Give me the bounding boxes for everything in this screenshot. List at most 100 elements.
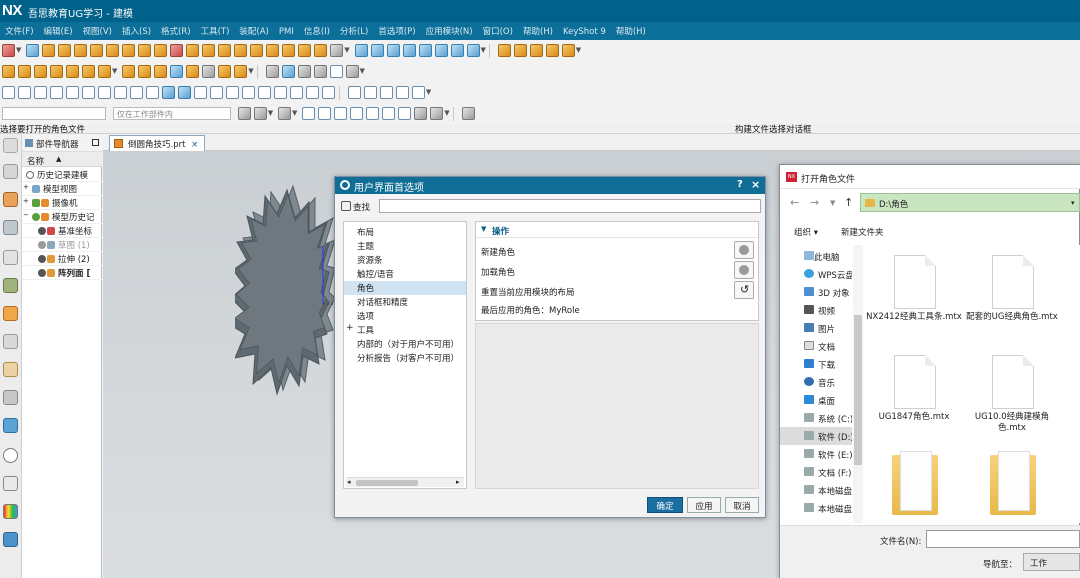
swept-icon[interactable] <box>386 44 400 57</box>
collapse-icon[interactable]: − <box>23 211 31 219</box>
pull-face-icon[interactable] <box>34 65 47 78</box>
menu-pmi[interactable]: PMI <box>274 24 299 37</box>
nav-item-drive-c[interactable]: 系统 (C:) <box>780 409 852 427</box>
circle-icon[interactable] <box>395 86 409 99</box>
plane-icon[interactable] <box>322 86 335 99</box>
snap-icon[interactable] <box>278 107 292 120</box>
up-arrow-icon[interactable]: ↑ <box>844 196 853 209</box>
synchronous-icon[interactable] <box>98 65 111 78</box>
collapse-icon[interactable]: ▼ <box>481 225 486 233</box>
nav-item-documents[interactable]: 文档 <box>780 337 852 355</box>
tree-item-dialog-precision[interactable]: 对话框和精度 <box>344 295 466 309</box>
cancel-button[interactable]: 取消 <box>725 497 759 513</box>
nav-item-local-disk[interactable]: 本地磁盘 <box>780 481 852 499</box>
tree-row[interactable]: − 模型历史记 <box>22 210 102 224</box>
resize-blend-icon[interactable] <box>82 65 95 78</box>
tree-row[interactable]: + 模型视图 <box>22 182 102 196</box>
point-set-icon[interactable] <box>306 86 319 99</box>
through-curves-icon[interactable] <box>370 44 384 57</box>
forward-arrow-icon[interactable]: → <box>810 196 819 209</box>
menu-insert[interactable]: 插入(S) <box>117 22 156 37</box>
file-name-input[interactable] <box>926 530 1080 548</box>
dialog-title-bar[interactable]: NX 打开角色文件 <box>780 165 1080 189</box>
chevron-down-icon[interactable]: ▼ <box>444 109 449 117</box>
control-point-icon[interactable] <box>334 107 348 120</box>
system-scenes-icon[interactable] <box>3 476 18 491</box>
tree-item-resource-bar[interactable]: 资源条 <box>344 253 466 267</box>
menu-help[interactable]: 帮助(H) <box>518 22 558 37</box>
bridge-icon[interactable] <box>186 65 200 78</box>
folder-item[interactable] <box>964 451 1060 523</box>
emboss-icon[interactable] <box>170 44 184 57</box>
expand-icon[interactable]: + <box>23 197 31 205</box>
replace-face-icon[interactable] <box>50 65 63 78</box>
curve-length-icon[interactable] <box>242 86 255 99</box>
find-input[interactable] <box>379 199 761 213</box>
divide-curve-icon[interactable] <box>210 86 223 99</box>
cylinder-icon[interactable] <box>202 44 216 57</box>
menu-format[interactable]: 格式(R) <box>156 22 196 37</box>
tree-item-touch-voice[interactable]: 触控/语音 <box>344 267 466 281</box>
face-blend-icon[interactable] <box>138 65 152 78</box>
extrude-icon[interactable] <box>42 44 56 57</box>
chevron-down-icon[interactable]: ▼ <box>344 46 349 54</box>
arc-icon[interactable] <box>18 86 31 99</box>
nav-item-wps-cloud[interactable]: WPS云盘 <box>780 265 852 283</box>
n-sided-icon[interactable] <box>402 44 416 57</box>
nav-item-music[interactable]: 音乐 <box>780 373 852 391</box>
nav-item-drive-d[interactable]: 软件 (D:) <box>780 427 852 445</box>
split-body-icon[interactable] <box>545 44 559 57</box>
intersection-point-icon[interactable] <box>350 107 364 120</box>
clock-icon[interactable] <box>3 448 18 463</box>
eye-icon[interactable] <box>38 227 46 235</box>
knowledge-fusion-icon[interactable] <box>3 532 18 547</box>
studio-surface-icon[interactable] <box>418 44 432 57</box>
sketch-line-icon[interactable] <box>363 86 377 99</box>
chevron-down-icon[interactable]: ▼ <box>16 46 21 54</box>
tree-item-tools[interactable]: + 工具 <box>344 323 466 337</box>
menu-help-2[interactable]: 帮助(H) <box>611 22 651 37</box>
folder-item[interactable] <box>866 451 962 523</box>
address-dropdown-icon[interactable]: ▾ <box>1071 199 1075 207</box>
history-icon[interactable] <box>3 334 18 349</box>
chevron-down-icon[interactable]: ▼ <box>292 109 297 117</box>
nav-item-desktop[interactable]: 桌面 <box>780 391 852 409</box>
extract-curve-icon[interactable] <box>178 86 191 99</box>
pattern-feature-icon[interactable] <box>218 65 232 78</box>
nav-item-this-pc[interactable]: 此电脑 <box>780 247 852 265</box>
spline-icon[interactable] <box>34 86 47 99</box>
address-bar[interactable]: D:\角色 ▾ <box>860 193 1080 212</box>
part-navigator-icon[interactable] <box>3 164 18 179</box>
hidden-eye-icon[interactable] <box>38 241 46 249</box>
tree-item-options[interactable]: 选项 <box>344 309 466 323</box>
menu-preferences[interactable]: 首选项(P) <box>373 22 420 37</box>
undo-selection-icon[interactable] <box>461 107 475 120</box>
close-tab-icon[interactable]: × <box>191 140 198 150</box>
menu-window[interactable]: 窗口(O) <box>478 22 518 37</box>
process-studio-icon[interactable] <box>3 362 18 377</box>
move-face-icon[interactable] <box>18 65 31 78</box>
gear-model[interactable] <box>235 180 345 400</box>
chevron-down-icon[interactable]: ▼ <box>112 67 117 75</box>
draft-icon[interactable] <box>122 65 136 78</box>
surface-icon[interactable] <box>354 44 368 57</box>
scroll-right-icon[interactable]: ▸ <box>456 478 460 486</box>
pocket-icon[interactable] <box>106 44 120 57</box>
tree-row[interactable]: 阵列面 [ <box>22 266 102 280</box>
expand-icon[interactable]: + <box>346 323 354 333</box>
nav-item-videos[interactable]: 视频 <box>780 301 852 319</box>
sew-icon[interactable] <box>497 44 511 57</box>
tree-row[interactable]: 拉伸 (2) <box>22 252 102 266</box>
chevron-down-icon[interactable]: ▼ <box>248 67 253 75</box>
helix-icon[interactable] <box>50 86 63 99</box>
scrollbar-thumb[interactable] <box>854 315 862 465</box>
sketch-plane-icon[interactable] <box>26 44 40 57</box>
scroll-left-icon[interactable]: ◂ <box>347 478 351 486</box>
join-curve-icon[interactable] <box>130 86 143 99</box>
reuse-library-icon[interactable] <box>3 250 18 265</box>
menu-keyshot[interactable]: KeyShot 9 <box>558 24 611 37</box>
menu-application[interactable]: 应用模块(N) <box>421 22 478 37</box>
midpoint-icon[interactable] <box>318 107 332 120</box>
nx-menu-icon[interactable] <box>2 44 15 57</box>
tree-row[interactable]: 历史记录建模 <box>22 168 102 182</box>
